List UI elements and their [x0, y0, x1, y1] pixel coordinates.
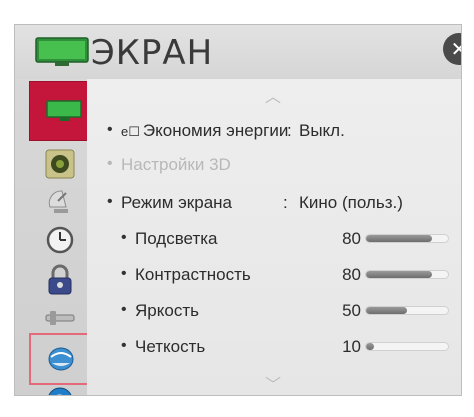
help-icon: ?: [48, 387, 72, 396]
settings-3d-label: Настройки 3D: [121, 155, 231, 174]
brightness-value: 50: [342, 301, 361, 320]
menu-item-brightness[interactable]: • Яркость 50: [87, 297, 461, 327]
sidebar-item-sound[interactable]: [37, 147, 83, 181]
sharpness-value: 10: [342, 337, 361, 356]
colon: :: [287, 121, 292, 140]
picture-mode-label: Режим экрана: [121, 193, 232, 212]
eco-icon: e☐: [121, 124, 140, 139]
menu-item-sharpness[interactable]: • Четкость 10: [87, 333, 461, 363]
slider-fill: [366, 235, 432, 242]
contrast-value: 80: [342, 265, 361, 284]
sidebar-item-time[interactable]: [37, 223, 83, 257]
header: ЭКРАН ✕: [15, 25, 461, 79]
backlight-value: 80: [342, 229, 361, 248]
satellite-dish-icon: [48, 190, 68, 213]
page-title: ЭКРАН: [91, 33, 214, 73]
sidebar: ?: [29, 79, 99, 396]
brightness-label: Яркость: [135, 301, 199, 320]
slider-fill: [366, 343, 375, 350]
slider-fill: [366, 307, 407, 314]
scroll-up-icon[interactable]: ︿: [265, 83, 281, 107]
bullet: •: [107, 121, 113, 138]
backlight-slider[interactable]: [365, 234, 449, 243]
tv-icon: [46, 100, 82, 121]
sidebar-item-network[interactable]: [29, 333, 93, 385]
menu-item-backlight[interactable]: • Подсветка 80: [87, 225, 461, 255]
scroll-down-icon[interactable]: ﹀: [265, 371, 281, 395]
bullet: •: [121, 229, 127, 246]
menu-item-contrast[interactable]: • Контрастность 80: [87, 261, 461, 291]
tv-icon: [35, 37, 89, 66]
energy-saving-label: e☐ Экономия энергии: [121, 121, 289, 140]
colon: :: [283, 193, 288, 212]
settings-panel: ︿ • e☐ Экономия энергии : Выкл. • Настрой…: [87, 79, 461, 395]
help-glyph: ?: [55, 391, 64, 396]
tv-screen: ЭКРАН ✕: [14, 24, 462, 396]
slider-fill: [366, 271, 432, 278]
menu-item-energy-saving[interactable]: • e☐ Экономия энергии : Выкл.: [87, 117, 461, 147]
contrast-label: Контрастность: [135, 265, 251, 284]
bullet: •: [107, 155, 113, 172]
sidebar-item-channels[interactable]: [37, 183, 83, 217]
contrast-slider[interactable]: [365, 270, 449, 279]
energy-saving-value: Выкл.: [299, 121, 345, 140]
clock-icon: [46, 226, 74, 254]
bullet: •: [107, 193, 113, 210]
sidebar-item-support[interactable]: ?: [37, 383, 83, 396]
menu-item-picture-mode[interactable]: • Режим экрана : Кино (польз.): [87, 189, 461, 219]
bullet: •: [121, 337, 127, 354]
network-globe-icon: [48, 347, 74, 371]
tools-icon: [45, 311, 75, 325]
menu-item-3d-settings: • Настройки 3D: [87, 151, 461, 181]
backlight-label: Подсветка: [135, 229, 218, 248]
padlock-icon: [48, 264, 72, 295]
sidebar-item-options[interactable]: [37, 301, 83, 335]
sidebar-item-lock[interactable]: [37, 263, 83, 297]
brightness-slider[interactable]: [365, 306, 449, 315]
sharpness-slider[interactable]: [365, 342, 449, 351]
picture-mode-value: Кино (польз.): [299, 193, 403, 212]
speaker-icon: [45, 149, 75, 179]
bullet: •: [121, 301, 127, 318]
close-button[interactable]: ✕: [443, 33, 461, 65]
sharpness-label: Четкость: [135, 337, 206, 356]
bullet: •: [121, 265, 127, 282]
